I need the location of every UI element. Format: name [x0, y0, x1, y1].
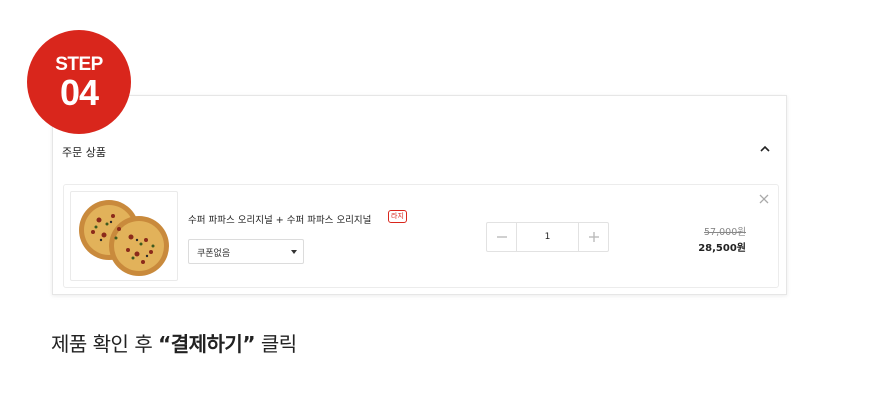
coupon-selected-value: 쿠폰없음	[197, 249, 231, 259]
increase-quantity-button[interactable]	[578, 223, 608, 251]
minus-icon	[497, 236, 507, 238]
caption-suffix: 클릭	[254, 332, 297, 356]
chevron-up-icon[interactable]	[758, 143, 772, 155]
step-number: 04	[59, 72, 99, 113]
plus-icon	[589, 232, 599, 242]
quantity-stepper: 1	[486, 222, 609, 252]
sale-price: 28,500원	[698, 243, 746, 254]
size-badge: 라지	[388, 210, 407, 223]
product-thumbnail	[70, 191, 178, 281]
step-badge: STEP 04	[27, 30, 131, 134]
pizza-image	[79, 200, 169, 276]
caption-prefix: 제품 확인 후	[51, 332, 159, 356]
close-icon[interactable]	[758, 193, 770, 205]
instruction-caption: 제품 확인 후 “결제하기” 클릭	[51, 328, 297, 357]
product-name: 수퍼 파파스 오리지널 + 수퍼 파파스 오리지널	[188, 215, 372, 226]
order-items-panel: 주문 상품 수퍼 파파스 오리지널 + 수퍼 파파스 오리지널 라지 쿠폰없음 …	[52, 95, 787, 295]
original-price: 57,000원	[704, 227, 746, 238]
decrease-quantity-button[interactable]	[487, 223, 517, 251]
caret-down-icon	[291, 250, 297, 254]
section-title: 주문 상품	[62, 146, 106, 159]
cart-item: 수퍼 파파스 오리지널 + 수퍼 파파스 오리지널 라지 쿠폰없음 1 57,0…	[63, 184, 779, 288]
quantity-value[interactable]: 1	[518, 223, 577, 251]
coupon-select[interactable]: 쿠폰없음	[188, 239, 304, 264]
caption-highlight: “결제하기”	[158, 332, 255, 356]
